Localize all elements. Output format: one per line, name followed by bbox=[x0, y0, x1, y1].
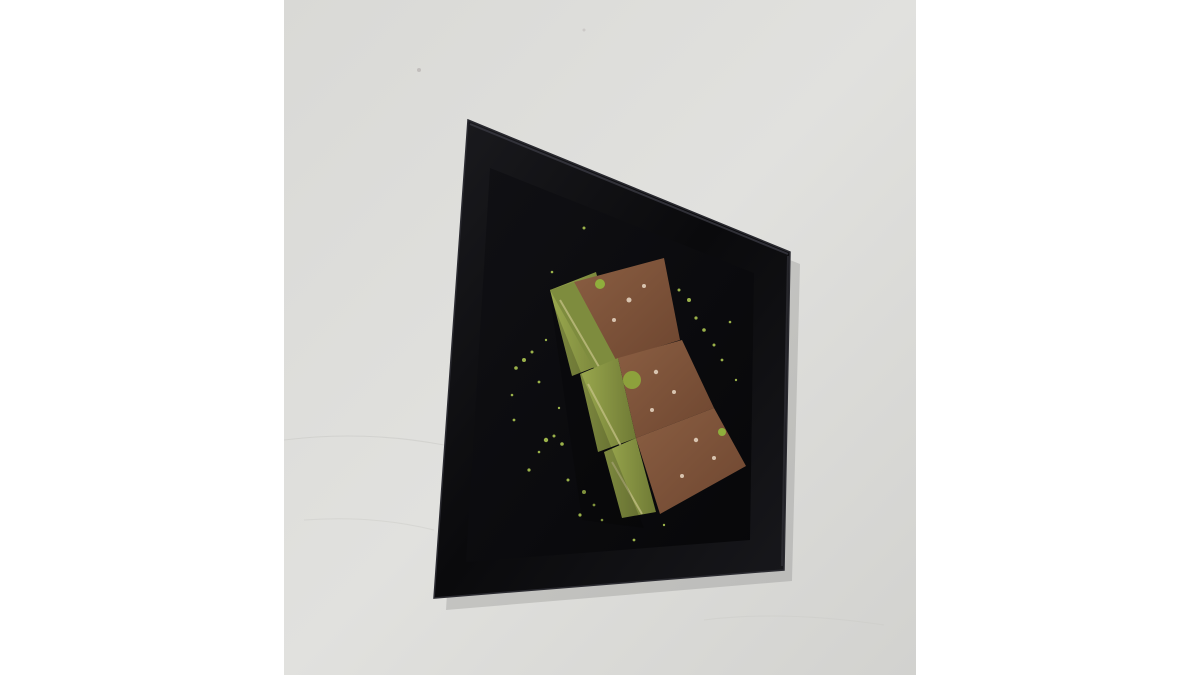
image-frame bbox=[0, 0, 1200, 675]
photo bbox=[284, 0, 916, 675]
photo-illustration bbox=[284, 0, 916, 675]
